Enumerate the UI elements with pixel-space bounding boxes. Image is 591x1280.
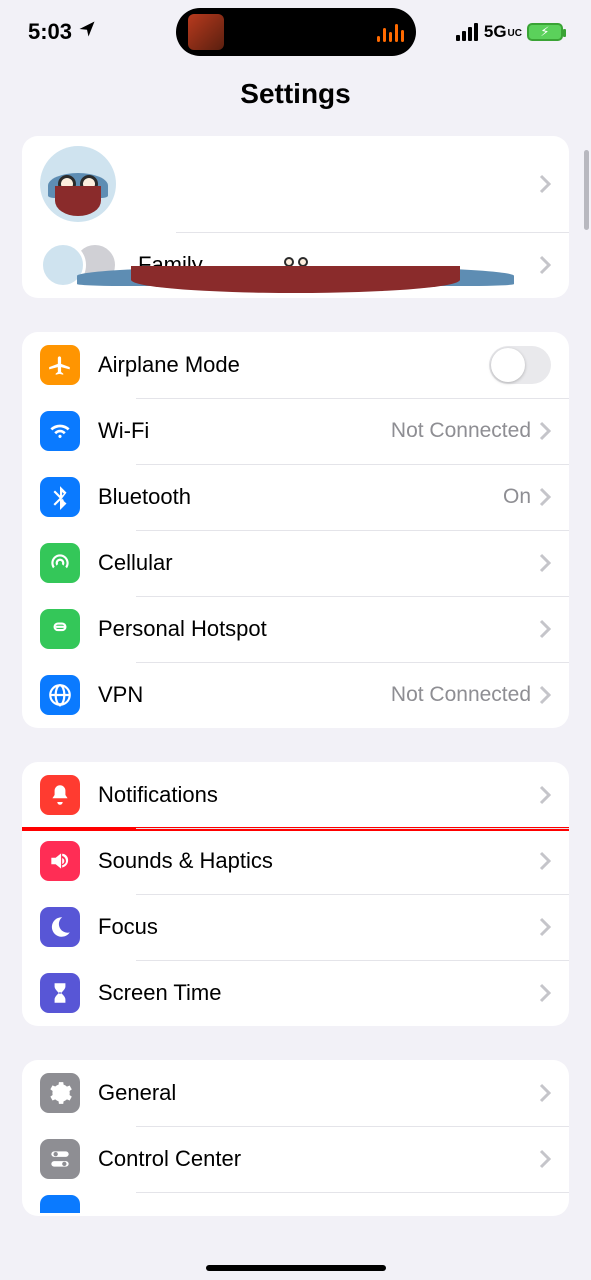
network-type-label: 5GUC — [484, 22, 521, 42]
cellular-label: Cellular — [98, 550, 539, 576]
switches-icon — [40, 1139, 80, 1179]
gear-icon — [40, 1073, 80, 1113]
vpn-value: Not Connected — [391, 683, 531, 707]
bluetooth-row[interactable]: Bluetooth On — [22, 464, 569, 530]
cellular-signal-icon — [456, 23, 478, 41]
wifi-row[interactable]: Wi-Fi Not Connected — [22, 398, 569, 464]
screentime-row[interactable]: Screen Time — [22, 960, 569, 1026]
bluetooth-label: Bluetooth — [98, 484, 503, 510]
wifi-icon — [40, 411, 80, 451]
airplane-icon — [40, 345, 80, 385]
chevron-right-icon — [539, 487, 551, 507]
screentime-label: Screen Time — [98, 980, 539, 1006]
notifications-label: Notifications — [98, 782, 539, 808]
control-center-label: Control Center — [98, 1146, 539, 1172]
control-center-row[interactable]: Control Center — [22, 1126, 569, 1192]
hotspot-row[interactable]: Personal Hotspot — [22, 596, 569, 662]
status-time: 5:03 — [28, 19, 72, 45]
status-bar: 5:03 5GUC ⚡︎ — [0, 0, 591, 54]
location-services-icon — [78, 20, 96, 44]
apple-id-row[interactable] — [22, 136, 569, 232]
partial-row[interactable] — [22, 1192, 569, 1216]
general-row[interactable]: General — [22, 1060, 569, 1126]
general-group: General Control Center — [22, 1060, 569, 1216]
profile-avatar-icon — [40, 146, 116, 222]
connectivity-group: Airplane Mode Wi-Fi Not Connected Blueto… — [22, 332, 569, 728]
antenna-icon — [40, 543, 80, 583]
chevron-right-icon — [539, 174, 551, 194]
chevron-right-icon — [539, 917, 551, 937]
partial-icon — [40, 1195, 80, 1213]
family-row[interactable]: Family — [22, 232, 569, 298]
globe-icon — [40, 675, 80, 715]
chevron-right-icon — [539, 785, 551, 805]
cellular-row[interactable]: Cellular — [22, 530, 569, 596]
airplane-mode-row[interactable]: Airplane Mode — [22, 332, 569, 398]
focus-label: Focus — [98, 914, 539, 940]
chevron-right-icon — [539, 1083, 551, 1103]
airplane-mode-toggle[interactable] — [489, 346, 551, 384]
page-title: Settings — [0, 78, 591, 110]
now-playing-thumbnail-icon — [188, 14, 224, 50]
chevron-right-icon — [539, 851, 551, 871]
hourglass-icon — [40, 973, 80, 1013]
moon-icon — [40, 907, 80, 947]
chevron-right-icon — [539, 619, 551, 639]
link-icon — [40, 609, 80, 649]
chevron-right-icon — [539, 421, 551, 441]
airplane-mode-label: Airplane Mode — [98, 352, 489, 378]
bell-icon — [40, 775, 80, 815]
chevron-right-icon — [539, 983, 551, 1003]
wifi-value: Not Connected — [391, 419, 531, 443]
sounds-row[interactable]: Sounds & Haptics — [22, 828, 569, 894]
account-group: Family — [22, 136, 569, 298]
vpn-label: VPN — [98, 682, 391, 708]
chevron-right-icon — [539, 1149, 551, 1169]
wifi-label: Wi-Fi — [98, 418, 391, 444]
sounds-label: Sounds & Haptics — [98, 848, 539, 874]
chevron-right-icon — [539, 685, 551, 705]
focus-row[interactable]: Focus — [22, 894, 569, 960]
bluetooth-value: On — [503, 485, 531, 509]
scroll-indicator[interactable] — [584, 150, 589, 230]
bluetooth-icon — [40, 477, 80, 517]
speaker-icon — [40, 841, 80, 881]
family-avatars-icon — [40, 242, 118, 288]
general-label: General — [98, 1080, 539, 1106]
vpn-row[interactable]: VPN Not Connected — [22, 662, 569, 728]
hotspot-label: Personal Hotspot — [98, 616, 539, 642]
chevron-right-icon — [539, 553, 551, 573]
home-indicator[interactable] — [206, 1265, 386, 1271]
notifications-row[interactable]: Notifications — [22, 762, 569, 828]
battery-charging-icon: ⚡︎ — [527, 23, 563, 41]
alerts-group: Notifications Sounds & Haptics Focus Scr… — [22, 762, 569, 1026]
audio-waveform-icon — [377, 22, 404, 42]
dynamic-island[interactable] — [176, 8, 416, 56]
